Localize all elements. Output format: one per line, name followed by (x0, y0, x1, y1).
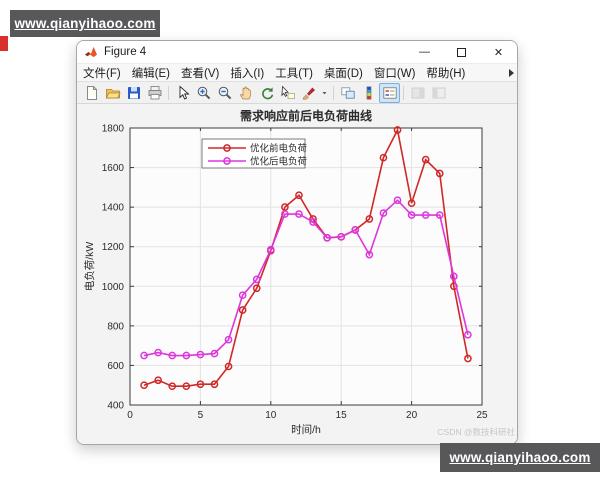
watermark-url: www.qianyihaoo.com (449, 450, 591, 465)
load-curve-chart[interactable]: 0 5 10 15 20 25 400 600 800 1000 1200 1400 1600 1800 需… (77, 104, 517, 445)
edit-cursor-icon[interactable] (172, 83, 193, 103)
y-axis-label: 电负荷/kW (83, 242, 96, 292)
menu-item-1[interactable]: 编辑(E) (132, 65, 170, 81)
menu-item-2[interactable]: 查看(V) (181, 65, 219, 81)
x-tick-label: 5 (198, 410, 204, 421)
open-folder-icon[interactable] (102, 83, 123, 103)
watermark-url: www.qianyihaoo.com (14, 16, 156, 31)
insert-colorbar-icon[interactable] (358, 83, 379, 103)
watermark-banner-bottom[interactable]: www.qianyihaoo.com (440, 443, 600, 472)
data-cursor-icon[interactable] (277, 83, 298, 103)
brush-icon[interactable] (298, 83, 319, 103)
legend-entry-0: 优化前电负荷 (250, 143, 308, 155)
show-plot-tools-icon[interactable] (428, 83, 449, 103)
y-tick-label: 800 (107, 321, 124, 332)
toolbar-separator (330, 84, 337, 102)
csdn-watermark: CSDN @数技科研社 (437, 427, 515, 437)
y-tick-label: 1400 (102, 203, 125, 214)
x-tick-label: 25 (476, 410, 488, 421)
figure-toolbar (77, 81, 517, 104)
figure-window: Figure 4 — ✕ 文件(F) 编辑(E) 查看(V) 插入(I) 工具(T) 桌面… (76, 40, 518, 445)
close-icon[interactable]: ✕ (480, 41, 517, 63)
chart-title: 需求响应前后电负荷曲线 (240, 108, 372, 123)
watermark-banner-top[interactable]: www.qianyihaoo.com (10, 10, 160, 37)
rotate-3d-icon[interactable] (256, 83, 277, 103)
save-icon[interactable] (123, 83, 144, 103)
y-tick-label: 600 (107, 361, 124, 372)
y-tick-label: 1000 (102, 282, 125, 293)
y-tick-label: 1600 (102, 163, 125, 174)
print-icon[interactable] (144, 83, 165, 103)
maximize-icon[interactable] (443, 41, 480, 63)
figure-canvas: 0 5 10 15 20 25 400 600 800 1000 1200 1400 1600 1800 需… (77, 104, 517, 445)
menu-item-4[interactable]: 工具(T) (275, 65, 313, 81)
x-tick-label: 20 (406, 410, 418, 421)
y-tick-label: 1200 (102, 242, 125, 253)
x-tick-label: 10 (265, 410, 277, 421)
x-tick-label: 15 (336, 410, 348, 421)
minimize-icon[interactable]: — (406, 41, 443, 63)
x-axis-label: 时间/h (291, 423, 321, 436)
window-title: Figure 4 (104, 46, 147, 58)
menu-bar: 文件(F) 编辑(E) 查看(V) 插入(I) 工具(T) 桌面(D) 窗口(W) 帮助(H) (77, 63, 517, 81)
insert-legend-icon[interactable] (379, 82, 400, 103)
window-titlebar[interactable]: Figure 4 — ✕ (77, 41, 517, 63)
new-file-icon[interactable] (81, 83, 102, 103)
pan-hand-icon[interactable] (235, 83, 256, 103)
red-accent-decoration (0, 36, 8, 51)
y-tick-label: 400 (107, 401, 124, 412)
page: www.qianyihaoo.com Figure 4 — ✕ 文件(F) 编辑(… (0, 0, 600, 480)
toolbar-separator (400, 84, 407, 102)
menu-item-5[interactable]: 桌面(D) (324, 65, 363, 81)
menu-item-0[interactable]: 文件(F) (83, 65, 121, 81)
brush-dropdown-icon[interactable] (319, 83, 330, 103)
menu-item-7[interactable]: 帮助(H) (426, 65, 465, 81)
y-tick-label: 1800 (102, 124, 125, 135)
hide-plot-tools-icon[interactable] (407, 83, 428, 103)
matlab-logo-icon (85, 46, 97, 58)
plot-area[interactable] (130, 128, 482, 405)
link-plots-icon[interactable] (337, 83, 358, 103)
toolbar-separator (165, 84, 172, 102)
menu-item-3[interactable]: 插入(I) (230, 65, 264, 81)
x-tick-label: 0 (127, 410, 133, 421)
legend-entry-1: 优化后电负荷 (250, 156, 308, 168)
menu-item-6[interactable]: 窗口(W) (374, 65, 416, 81)
menu-overflow-icon[interactable] (509, 69, 514, 77)
window-controls: — ✕ (406, 41, 517, 63)
zoom-in-icon[interactable] (193, 83, 214, 103)
zoom-out-icon[interactable] (214, 83, 235, 103)
